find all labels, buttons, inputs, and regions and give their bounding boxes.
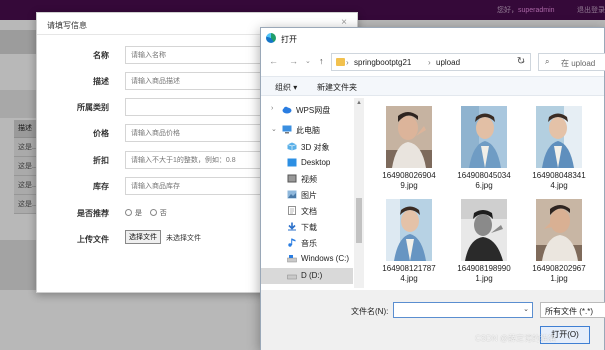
navigation-pane: › WPS网盘 ⌄ 此电脑 3D 对象 Desktop 视频 图片 文档 下载 … — [261, 98, 353, 288]
image-thumbnail — [386, 199, 432, 261]
open-file-dialog: 打开 ← → ⌄ ↑ › springbootptg21 › upload ⌄ … — [260, 27, 605, 350]
radio-no[interactable] — [149, 209, 157, 216]
tree-item-desktop[interactable]: Desktop — [261, 155, 353, 171]
organize-button[interactable]: 组织 ▾ — [275, 82, 297, 93]
file-type-value: 所有文件 (*.*) — [545, 307, 593, 316]
file-item[interactable]: 164908048341 4.jpg — [527, 101, 591, 193]
radio-no-label: 否 — [159, 210, 167, 217]
file-name: 164908026904 9.jpg — [382, 171, 436, 190]
forward-arrow-icon[interactable]: → — [289, 56, 298, 66]
drive-icon — [287, 255, 297, 263]
field-label: 价格 — [93, 129, 109, 138]
field-label: 所属类别 — [77, 103, 109, 112]
image-thumbnail — [536, 199, 582, 261]
file-name: 164908198990 1.jpg — [457, 264, 511, 283]
file-name: 164908048341 4.jpg — [532, 171, 586, 190]
file-item[interactable]: 164908202967 1.jpg — [527, 194, 591, 286]
tree-item-documents[interactable]: 文档 — [261, 203, 353, 219]
field-label: 上传文件 — [77, 235, 109, 244]
picture-icon — [287, 190, 297, 199]
new-folder-button[interactable]: 新建文件夹 — [317, 82, 357, 93]
search-placeholder: 在 upload — [561, 59, 596, 68]
tree-item-drive-d[interactable]: D (D:) — [261, 268, 353, 284]
tree-item-pictures[interactable]: 图片 — [261, 187, 353, 203]
cube-icon — [287, 142, 297, 151]
file-item[interactable]: 164908198990 1.jpg — [452, 194, 516, 286]
music-icon — [288, 238, 296, 247]
tree-item-drive-c[interactable]: Windows (C:) — [261, 251, 353, 267]
tree-item-music[interactable]: 音乐 — [261, 235, 353, 251]
tree-item-videos[interactable]: 视频 — [261, 171, 353, 187]
radio-yes-label: 是 — [135, 210, 142, 217]
tree-item-label: D (D:) — [301, 271, 323, 280]
file-item[interactable]: 164908045034 6.jpg — [452, 101, 516, 193]
image-thumbnail — [461, 106, 507, 168]
tree-item-label: 文档 — [301, 207, 317, 216]
field-label: 库存 — [93, 182, 109, 191]
chevron-down-icon[interactable]: ⌄ — [523, 305, 529, 313]
image-thumbnail — [386, 106, 432, 168]
file-name: 164908121787 4.jpg — [382, 264, 436, 283]
tree-item-downloads[interactable]: 下载 — [261, 219, 353, 235]
refresh-icon[interactable]: ↻ — [511, 53, 531, 71]
image-thumbnail — [536, 106, 582, 168]
tree-item-label: 视频 — [301, 175, 317, 184]
tree-item-wps[interactable]: › WPS网盘 — [261, 102, 353, 118]
tree-item-label: 图片 — [301, 191, 317, 200]
tree-item-label: Desktop — [301, 158, 331, 167]
file-status: 未选择文件 — [166, 235, 201, 242]
edge-browser-icon — [266, 33, 276, 43]
folder-icon — [336, 58, 345, 66]
file-name: 164908045034 6.jpg — [457, 171, 511, 190]
file-item[interactable]: 164908026904 9.jpg — [377, 101, 441, 193]
cloud-icon — [282, 106, 292, 114]
search-icon: ⌕ — [545, 57, 550, 66]
filename-label: 文件名(N): — [351, 307, 389, 316]
scrollbar-thumb[interactable] — [356, 198, 362, 243]
watermark: CSDN @薛定谔的猫猫 — [475, 334, 557, 343]
field-label: 描述 — [93, 77, 109, 86]
tree-item-this-pc[interactable]: ⌄ 此电脑 — [261, 122, 353, 138]
search-box[interactable]: ⌕ 在 upload — [538, 53, 605, 71]
tree-item-label: 下载 — [301, 223, 317, 232]
recommend-radio-group: 是 否 — [125, 208, 167, 218]
file-name: 164908202967 1.jpg — [532, 264, 586, 283]
tree-item-label: Windows (C:) — [301, 254, 350, 263]
dialog-title: 请填写信息 — [47, 21, 87, 30]
tree-item-label: WPS网盘 — [296, 106, 331, 115]
scroll-up-icon[interactable]: ▲ — [356, 100, 362, 106]
field-label: 名称 — [93, 51, 109, 60]
address-bar[interactable]: › springbootptg21 › upload ⌄ — [331, 53, 531, 71]
up-arrow-icon[interactable]: ↑ — [319, 56, 324, 66]
breadcrumb-segment[interactable]: upload — [436, 58, 460, 67]
back-arrow-icon[interactable]: ← — [269, 56, 278, 66]
field-label: 折扣 — [93, 156, 109, 165]
filename-input[interactable]: ⌄ — [393, 302, 533, 318]
navigation-scrollbar[interactable]: ▲ — [354, 98, 364, 288]
radio-yes[interactable] — [125, 209, 132, 216]
dialog-toolbar: 组织 ▾ 新建文件夹 — [261, 76, 604, 96]
computer-icon — [282, 125, 292, 134]
document-icon — [288, 206, 296, 215]
tree-item-label: 音乐 — [301, 239, 317, 248]
download-icon — [288, 222, 296, 231]
drive-icon — [287, 274, 297, 280]
tree-item-label: 3D 对象 — [301, 143, 330, 152]
tree-item-3d[interactable]: 3D 对象 — [261, 139, 353, 155]
video-icon — [287, 174, 297, 183]
choose-file-button[interactable]: 选择文件 — [125, 230, 161, 244]
file-item[interactable]: 164908121787 4.jpg — [377, 194, 441, 286]
field-label: 是否推荐 — [77, 209, 109, 218]
tree-item-label: 此电脑 — [296, 126, 320, 135]
dialog-titlebar: 打开 — [261, 28, 604, 50]
image-thumbnail — [461, 199, 507, 261]
breadcrumb-segment[interactable]: springbootptg21 — [354, 58, 411, 67]
navigation-bar: ← → ⌄ ↑ › springbootptg21 › upload ⌄ ↻ ⌕… — [261, 50, 605, 74]
file-list: 164908026904 9.jpg 164908045034 6.jpg 1649… — [367, 98, 605, 288]
file-type-select[interactable]: 所有文件 (*.*) — [540, 302, 605, 318]
dialog-title: 打开 — [281, 35, 297, 44]
recent-chevron-icon[interactable]: ⌄ — [305, 57, 311, 65]
desktop-icon — [287, 158, 297, 167]
